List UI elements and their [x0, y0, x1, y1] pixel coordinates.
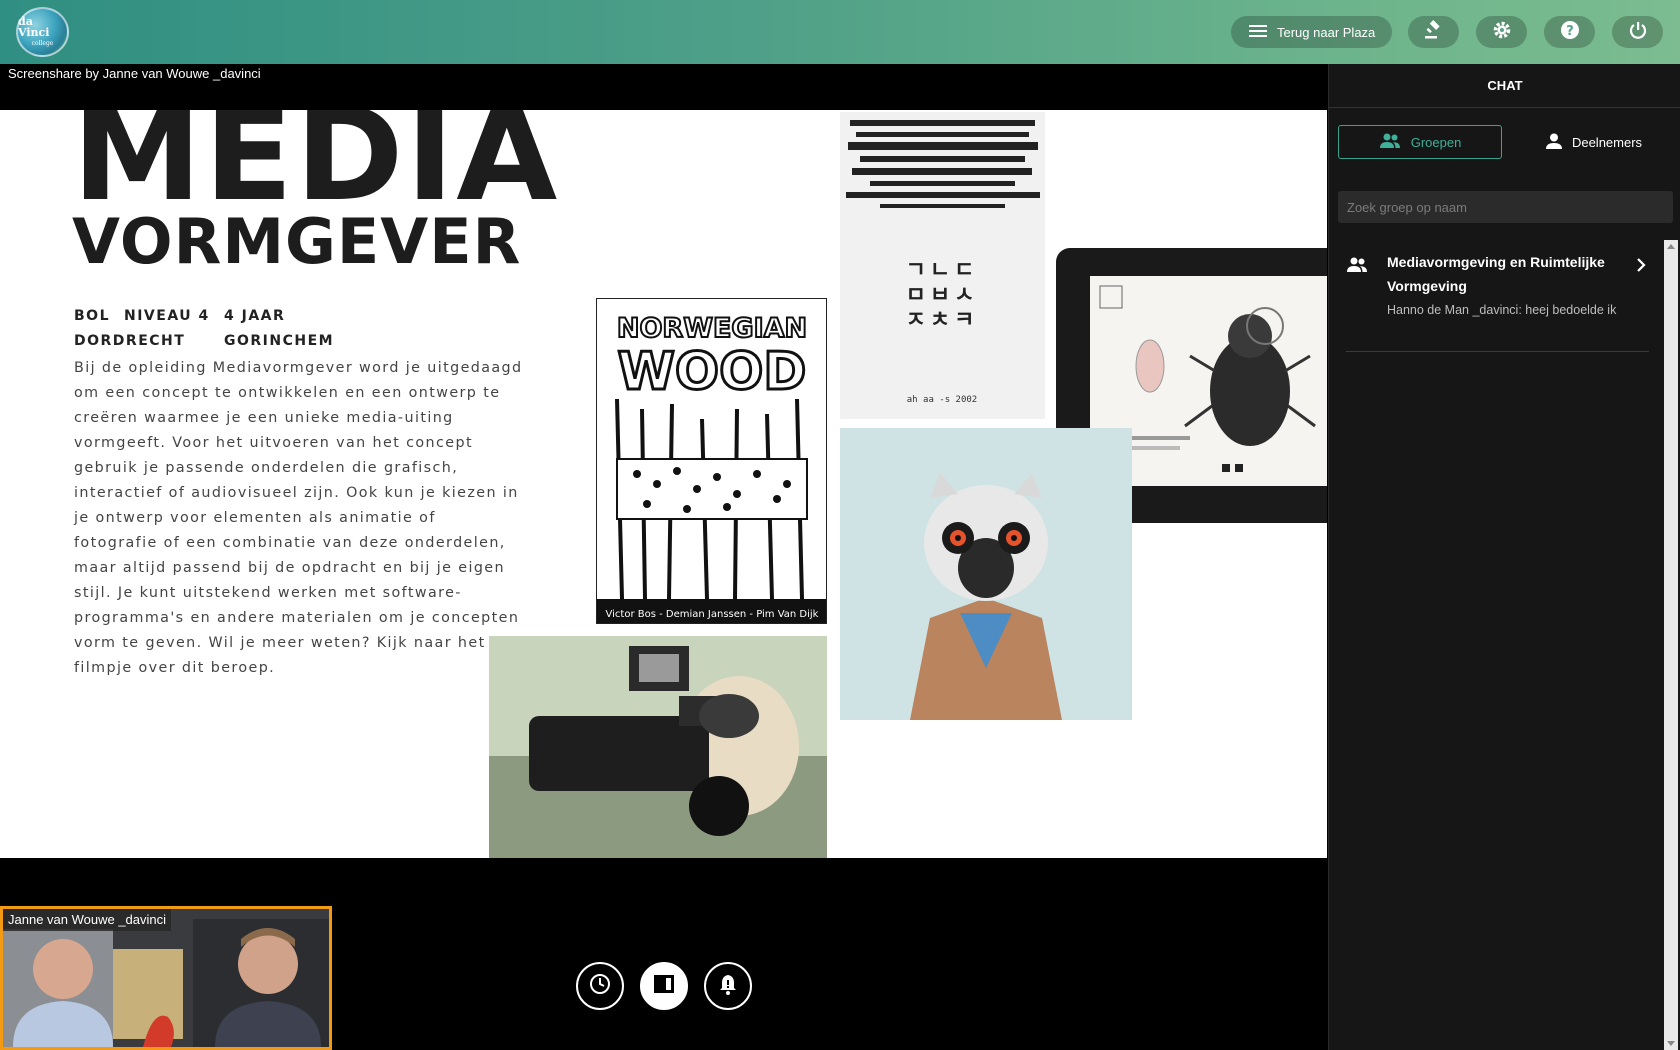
screenshare-label: Screenshare by Janne van Wouwe _davinci: [8, 66, 261, 81]
norwegian-wood-poster: NORWEGIAN WOOD Victor Bos - Demian Janss…: [596, 298, 827, 624]
lemur-portrait-image: [840, 428, 1132, 720]
logout-button[interactable]: [1612, 16, 1663, 48]
meta-bol: BOL: [74, 308, 110, 324]
participant-video-tile[interactable]: Janne van Wouwe _davinci: [0, 906, 332, 1050]
tab-groups-label: Groepen: [1410, 134, 1462, 150]
gavel-icon: [1424, 19, 1444, 45]
person-icon: [1545, 133, 1562, 152]
alert-button[interactable]: [704, 962, 752, 1010]
participant-name: Janne van Wouwe _davinci: [3, 909, 172, 931]
tab-participants-label: Deelnemers: [1571, 134, 1643, 150]
meta-level: NIVEAU 4: [124, 308, 210, 324]
poster-title-wood: WOOD: [618, 342, 807, 402]
gear-icon: [1492, 20, 1512, 45]
back-to-plaza-button[interactable]: Terug naar Plaza: [1231, 16, 1392, 48]
slide-body-text: Bij de opleiding Mediavormgever word je …: [74, 360, 523, 676]
chat-scrollbar[interactable]: [1664, 240, 1678, 1050]
menu-icon: [1249, 24, 1267, 41]
power-icon: [1628, 20, 1648, 45]
chat-title: CHAT: [1329, 64, 1680, 108]
settings-button[interactable]: [1476, 16, 1527, 48]
korean-poster-date: ah aa -s 2002: [907, 395, 977, 405]
meta-duration: 4 JAAR: [224, 308, 286, 324]
group-search-input[interactable]: [1338, 191, 1673, 223]
logo-text: da Vinci: [18, 14, 50, 39]
korean-poster-image: ㄱㄴㄷ ㅁㅂㅅ ㅈㅊㅋ ah aa -s 2002: [840, 112, 1045, 419]
help-icon: ?: [1560, 20, 1580, 45]
top-bar: da Vinci college Terug naar Plaza ?: [0, 0, 1680, 64]
group-icon: [1346, 257, 1368, 278]
tab-groups[interactable]: Groepen: [1338, 125, 1502, 159]
svg-text:?: ?: [1566, 24, 1574, 39]
poster-title-norwegian: NORWEGIAN: [617, 313, 807, 344]
scroll-down-arrow-icon[interactable]: [1667, 1041, 1675, 1046]
cameraman-image: [489, 636, 827, 858]
bell-icon: [718, 973, 738, 1000]
meta-city-gorinchem: GORINCHEM: [224, 333, 335, 349]
moderation-button[interactable]: [1408, 16, 1459, 48]
scroll-up-arrow-icon[interactable]: [1667, 244, 1675, 249]
poster-caption: Victor Bos - Demian Janssen - Pim Van Di…: [606, 609, 819, 620]
help-button[interactable]: ?: [1544, 16, 1595, 48]
slide-title-vormgever: VORMGEVER: [72, 205, 522, 278]
slide-title-media: MEDIA: [72, 110, 560, 230]
clock-button[interactable]: [576, 962, 624, 1010]
layout-button[interactable]: [640, 962, 688, 1010]
back-to-plaza-label: Terug naar Plaza: [1277, 24, 1376, 40]
groups-icon: [1379, 133, 1401, 152]
logo-subtext: college: [31, 39, 54, 47]
svg-text:ㅁㅂㅅ: ㅁㅂㅅ: [906, 283, 979, 308]
shared-slide: MEDIA VORMGEVER BOL NIVEAU 4 4 JAAR DORD…: [0, 110, 1327, 858]
layout-icon: [653, 974, 675, 999]
group-name: Mediavormgeving en Ruimtelijke Vormgevin…: [1387, 254, 1605, 294]
davinci-logo[interactable]: da Vinci college: [16, 7, 69, 57]
chat-panel: CHAT Groepen Deelnemers Mediavormgeving …: [1328, 64, 1680, 1050]
tab-participants[interactable]: Deelnemers: [1519, 125, 1669, 159]
group-list-item[interactable]: Mediavormgeving en Ruimtelijke Vormgevin…: [1346, 250, 1649, 352]
svg-text:ㄱㄴㄷ: ㄱㄴㄷ: [906, 258, 979, 283]
clock-icon: [589, 973, 611, 1000]
meta-city-dordrecht: DORDRECHT: [74, 333, 186, 349]
svg-text:ㅈㅊㅋ: ㅈㅊㅋ: [906, 308, 979, 333]
group-last-message: Hanno de Man _davinci: heej bedoelde ik: [1387, 303, 1617, 317]
chevron-right-icon[interactable]: [1636, 258, 1646, 277]
